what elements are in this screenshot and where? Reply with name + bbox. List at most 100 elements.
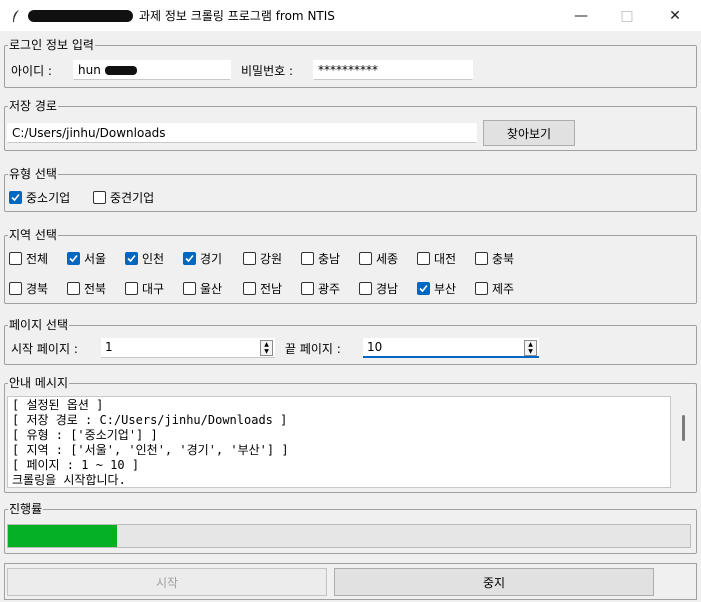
checkbox-region-row2-1[interactable]: 전북 — [67, 280, 106, 297]
checkbox-region-row2-2[interactable]: 대구 — [125, 280, 164, 297]
start-page-spinbox[interactable]: 1 ▲ ▼ — [101, 338, 275, 358]
page-legend: 페이지 선택 — [8, 318, 70, 332]
checkbox-label: 광주 — [318, 282, 341, 296]
spin-up-icon[interactable]: ▲ — [261, 341, 272, 348]
redacted-title-prefix — [28, 9, 133, 22]
checkbox-region-row1-2[interactable]: 인천 — [125, 250, 164, 267]
progress-legend: 진행률 — [8, 502, 44, 516]
checkbox-region-row1-4[interactable]: 강원 — [243, 250, 282, 267]
checkbox-label: 충남 — [318, 252, 341, 266]
end-page-spinbox[interactable]: 10 ▲ ▼ — [363, 338, 539, 358]
checkbox-region-row2-8[interactable]: 제주 — [475, 280, 514, 297]
region-legend: 지역 선택 — [8, 228, 58, 242]
message-line: [ 저장 경로 : C:/Users/jinhu/Downloads ] — [12, 413, 288, 427]
message-line: [ 유형 : ['중소기업'] ] — [12, 428, 158, 442]
checkmark-icon[interactable] — [125, 252, 138, 265]
end-page-label: 끝 페이지 : — [285, 342, 341, 356]
checkbox-label: 강원 — [260, 252, 283, 266]
checkbox-region-row1-7[interactable]: 대전 — [417, 250, 456, 267]
checkbox-box[interactable] — [475, 282, 488, 295]
start-page-value: 1 — [105, 340, 113, 354]
checkbox-region-row1-6[interactable]: 세종 — [359, 250, 398, 267]
checkbox-box[interactable] — [67, 282, 80, 295]
start-page-arrows[interactable]: ▲ ▼ — [260, 340, 273, 356]
progress-fill — [8, 525, 118, 547]
checkbox-type-options-0[interactable]: 중소기업 — [9, 189, 70, 206]
checkbox-box[interactable] — [93, 191, 106, 204]
checkbox-box[interactable] — [9, 252, 22, 265]
checkbox-box[interactable] — [9, 282, 22, 295]
message-line: [ 설정된 옵션 ] — [12, 398, 104, 412]
start-button[interactable]: 시작 — [7, 568, 327, 596]
scrollbar-thumb[interactable] — [682, 415, 685, 441]
checkbox-region-row1-5[interactable]: 충남 — [301, 250, 340, 267]
checkbox-box[interactable] — [243, 282, 256, 295]
browse-button[interactable]: 찾아보기 — [483, 120, 575, 146]
checkbox-label: 경남 — [376, 282, 399, 296]
checkbox-region-row2-5[interactable]: 광주 — [301, 280, 340, 297]
redacted-id — [104, 66, 137, 75]
checkbox-region-row2-6[interactable]: 경남 — [359, 280, 398, 297]
checkbox-label: 경기 — [200, 252, 223, 266]
checkbox-label: 경북 — [26, 282, 49, 296]
title-bar: 과제 정보 크롤링 프로그램 from NTIS — □ ✕ — [0, 0, 701, 31]
checkbox-label: 대구 — [142, 282, 165, 296]
checkbox-box[interactable] — [183, 282, 196, 295]
checkbox-box[interactable] — [417, 252, 430, 265]
checkbox-label: 인천 — [142, 252, 165, 266]
minimize-button[interactable]: — — [558, 0, 604, 31]
message-legend: 안내 메시지 — [8, 376, 70, 390]
page-group: 페이지 선택 시작 페이지 : 1 ▲ ▼ 끝 페이지 : 10 ▲ ▼ — [4, 318, 697, 365]
spin-down-icon[interactable]: ▼ — [525, 348, 536, 355]
maximize-button[interactable]: □ — [604, 0, 650, 31]
checkbox-region-row1-1[interactable]: 서울 — [67, 250, 106, 267]
checkmark-icon[interactable] — [67, 252, 80, 265]
checkbox-label: 전남 — [260, 282, 283, 296]
save-path-input[interactable]: C:/Users/jinhu/Downloads — [7, 123, 477, 143]
close-button[interactable]: ✕ — [652, 0, 698, 31]
checkbox-type-options-1[interactable]: 중견기업 — [93, 189, 154, 206]
id-input[interactable]: hun — [73, 60, 231, 80]
checkbox-region-row2-3[interactable]: 울산 — [183, 280, 222, 297]
message-textbox[interactable]: [ 설정된 옵션 ][ 저장 경로 : C:/Users/jinhu/Downl… — [7, 396, 671, 488]
password-label: 비밀번호 : — [241, 64, 294, 78]
checkbox-box[interactable] — [475, 252, 488, 265]
checkbox-label: 중견기업 — [110, 191, 155, 205]
checkbox-box[interactable] — [359, 252, 372, 265]
checkmark-icon[interactable] — [183, 252, 196, 265]
checkbox-label: 서울 — [84, 252, 107, 266]
checkmark-icon[interactable] — [9, 191, 22, 204]
login-group: 로그인 정보 입력 아이디 : hun 비밀번호 : ********** — [4, 38, 697, 88]
message-scrollbar[interactable] — [675, 396, 691, 488]
checkbox-region-row1-3[interactable]: 경기 — [183, 250, 222, 267]
checkbox-box[interactable] — [301, 282, 314, 295]
login-legend: 로그인 정보 입력 — [8, 38, 95, 52]
checkbox-label: 중소기업 — [26, 191, 71, 205]
type-group: 유형 선택 중소기업 중견기업 — [4, 167, 697, 212]
spin-down-icon[interactable]: ▼ — [261, 348, 272, 355]
stop-button[interactable]: 중지 — [334, 568, 654, 596]
save-path-group: 저장 경로 C:/Users/jinhu/Downloads 찾아보기 — [4, 99, 697, 151]
progress-group: 진행률 — [4, 502, 697, 554]
checkbox-region-row2-4[interactable]: 전남 — [243, 280, 282, 297]
actions-group: 시작 중지 — [4, 563, 697, 600]
checkbox-label: 제주 — [492, 282, 515, 296]
end-page-arrows[interactable]: ▲ ▼ — [524, 340, 537, 356]
checkbox-region-row2-0[interactable]: 경북 — [9, 280, 48, 297]
checkbox-box[interactable] — [301, 252, 314, 265]
password-input[interactable]: ********** — [313, 60, 473, 80]
checkbox-region-row1-8[interactable]: 충북 — [475, 250, 514, 267]
end-page-value: 10 — [367, 340, 383, 354]
message-line: [ 지역 : ['서울', '인천', '경기', '부산'] ] — [12, 443, 289, 457]
id-label: 아이디 : — [11, 64, 52, 78]
save-path-legend: 저장 경로 — [8, 99, 58, 113]
checkbox-label: 전체 — [26, 252, 49, 266]
spin-up-icon[interactable]: ▲ — [525, 341, 536, 348]
checkbox-box[interactable] — [359, 282, 372, 295]
checkbox-box[interactable] — [243, 252, 256, 265]
checkbox-label: 세종 — [376, 252, 399, 266]
checkbox-region-row1-0[interactable]: 전체 — [9, 250, 48, 267]
checkbox-region-row2-7[interactable]: 부산 — [417, 280, 456, 297]
checkbox-box[interactable] — [125, 282, 138, 295]
checkmark-icon[interactable] — [417, 282, 430, 295]
